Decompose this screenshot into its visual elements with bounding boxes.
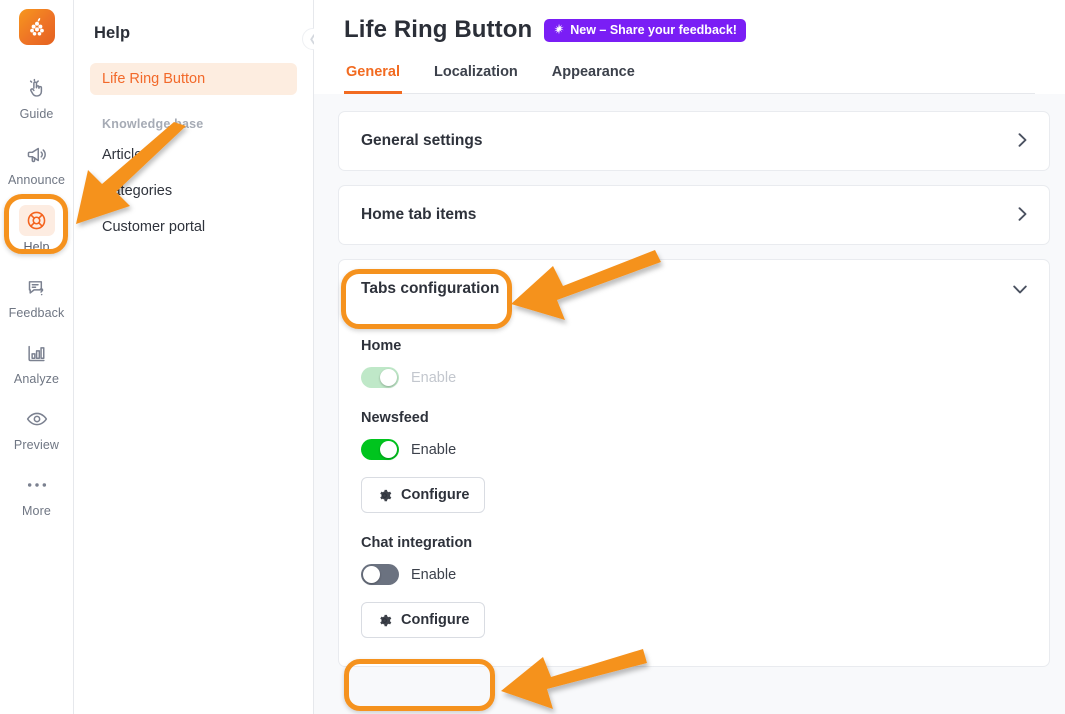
sidebar-item-label: Life Ring Button <box>102 71 205 87</box>
tab-localization[interactable]: Localization <box>432 64 520 94</box>
page-header: Life Ring Button New – Share your feedba… <box>314 0 1065 94</box>
chat-enable-row: Enable <box>361 564 1027 585</box>
sidebar-item-label: Articles <box>102 147 150 163</box>
sidebar-heading: Help <box>94 24 297 43</box>
home-enable-row: Enable <box>361 367 1027 388</box>
gear-icon <box>377 488 392 503</box>
sidebar-item-label: Customer portal <box>102 219 205 235</box>
rail-item-label: Analyze <box>14 372 59 386</box>
tabs-configuration-body: Home Enable Newsfeed Enable <box>339 318 1049 666</box>
rail-item-help[interactable]: Help <box>2 199 72 259</box>
panel-home-tab-items-header[interactable]: Home tab items <box>339 186 1049 244</box>
chat-configure-label: Configure <box>401 612 469 628</box>
panel-general-settings: General settings <box>338 111 1050 171</box>
newsfeed-enable-toggle[interactable] <box>361 439 399 460</box>
rail-item-label: Guide <box>20 107 54 121</box>
title-row: Life Ring Button New – Share your feedba… <box>344 16 1035 44</box>
chat-configure-button[interactable]: Configure <box>361 602 485 638</box>
newsfeed-configure-label: Configure <box>401 487 469 503</box>
main-content: Life Ring Button New – Share your feedba… <box>314 0 1065 714</box>
rail-item-more[interactable]: More <box>2 464 72 523</box>
ellipsis-icon <box>20 470 54 500</box>
status-badge-label: New – Share your feedback! <box>570 23 737 37</box>
panel-tabs-configuration-header[interactable]: Tabs configuration <box>339 260 1049 318</box>
sidebar-item-label: Categories <box>102 183 172 199</box>
tab-bar: General Localization Appearance <box>344 64 1035 94</box>
chevron-down-icon <box>1013 282 1027 297</box>
bar-chart-icon <box>20 338 54 368</box>
rail-item-preview[interactable]: Preview <box>2 398 72 457</box>
sidebar-group-knowledge-base: Knowledge base <box>102 117 297 131</box>
panel-tabs-configuration-title: Tabs configuration <box>361 280 499 298</box>
help-sidebar: Help Life Ring Button Knowledge base Art… <box>74 0 314 714</box>
chevron-right-icon <box>1018 207 1027 224</box>
rail-item-feedback[interactable]: Feedback <box>2 266 72 325</box>
sidebar-item-life-ring-button[interactable]: Life Ring Button <box>90 63 297 95</box>
tab-general[interactable]: General <box>344 64 402 94</box>
panel-home-tab-items: Home tab items <box>338 185 1050 245</box>
rail-item-label: Help <box>23 240 49 254</box>
rail-item-label: More <box>22 504 51 518</box>
newsfeed-enable-row: Enable <box>361 439 1027 460</box>
eye-icon <box>20 404 54 434</box>
home-enable-label: Enable <box>411 370 456 386</box>
gear-icon <box>377 613 392 628</box>
rail-item-analyze[interactable]: Analyze <box>2 332 72 391</box>
rail-item-label: Feedback <box>9 306 65 320</box>
sidebar-item-categories[interactable]: Categories <box>90 175 297 207</box>
sparkle-icon <box>553 23 565 38</box>
life-ring-icon <box>19 205 55 236</box>
app-root: Guide Announce Help <box>0 0 1065 714</box>
newsfeed-configure-button[interactable]: Configure <box>361 477 485 513</box>
panel-tabs-configuration: Tabs configuration Home Enable Newsfeed … <box>338 259 1050 667</box>
tab-appearance[interactable]: Appearance <box>550 64 637 94</box>
page-title: Life Ring Button <box>344 16 532 44</box>
home-section-label: Home <box>361 338 1027 354</box>
panel-general-settings-header[interactable]: General settings <box>339 112 1049 170</box>
rail-item-label: Preview <box>14 438 59 452</box>
home-enable-toggle <box>361 367 399 388</box>
sidebar-item-customer-portal[interactable]: Customer portal <box>90 211 297 243</box>
settings-panels: General settings Home tab items Tabs con… <box>314 94 1065 667</box>
panel-title: General settings <box>361 132 482 150</box>
panel-title: Home tab items <box>361 206 476 224</box>
rail-item-guide[interactable]: Guide <box>2 67 72 126</box>
chat-enable-label: Enable <box>411 567 456 583</box>
newsfeed-section-label: Newsfeed <box>361 410 1027 426</box>
feedback-chat-icon <box>20 272 54 302</box>
tap-hand-icon <box>20 73 54 103</box>
megaphone-icon <box>20 139 54 169</box>
grapes-logo-icon[interactable] <box>19 9 55 45</box>
primary-nav-rail: Guide Announce Help <box>0 0 74 714</box>
rail-item-label: Announce <box>8 173 65 187</box>
newsfeed-enable-label: Enable <box>411 442 456 458</box>
rail-item-announce[interactable]: Announce <box>2 133 72 192</box>
status-badge[interactable]: New – Share your feedback! <box>544 19 746 42</box>
chevron-right-icon <box>1018 133 1027 150</box>
sidebar-item-articles[interactable]: Articles <box>90 139 297 171</box>
chat-enable-toggle[interactable] <box>361 564 399 585</box>
chat-integration-section-label: Chat integration <box>361 535 1027 551</box>
